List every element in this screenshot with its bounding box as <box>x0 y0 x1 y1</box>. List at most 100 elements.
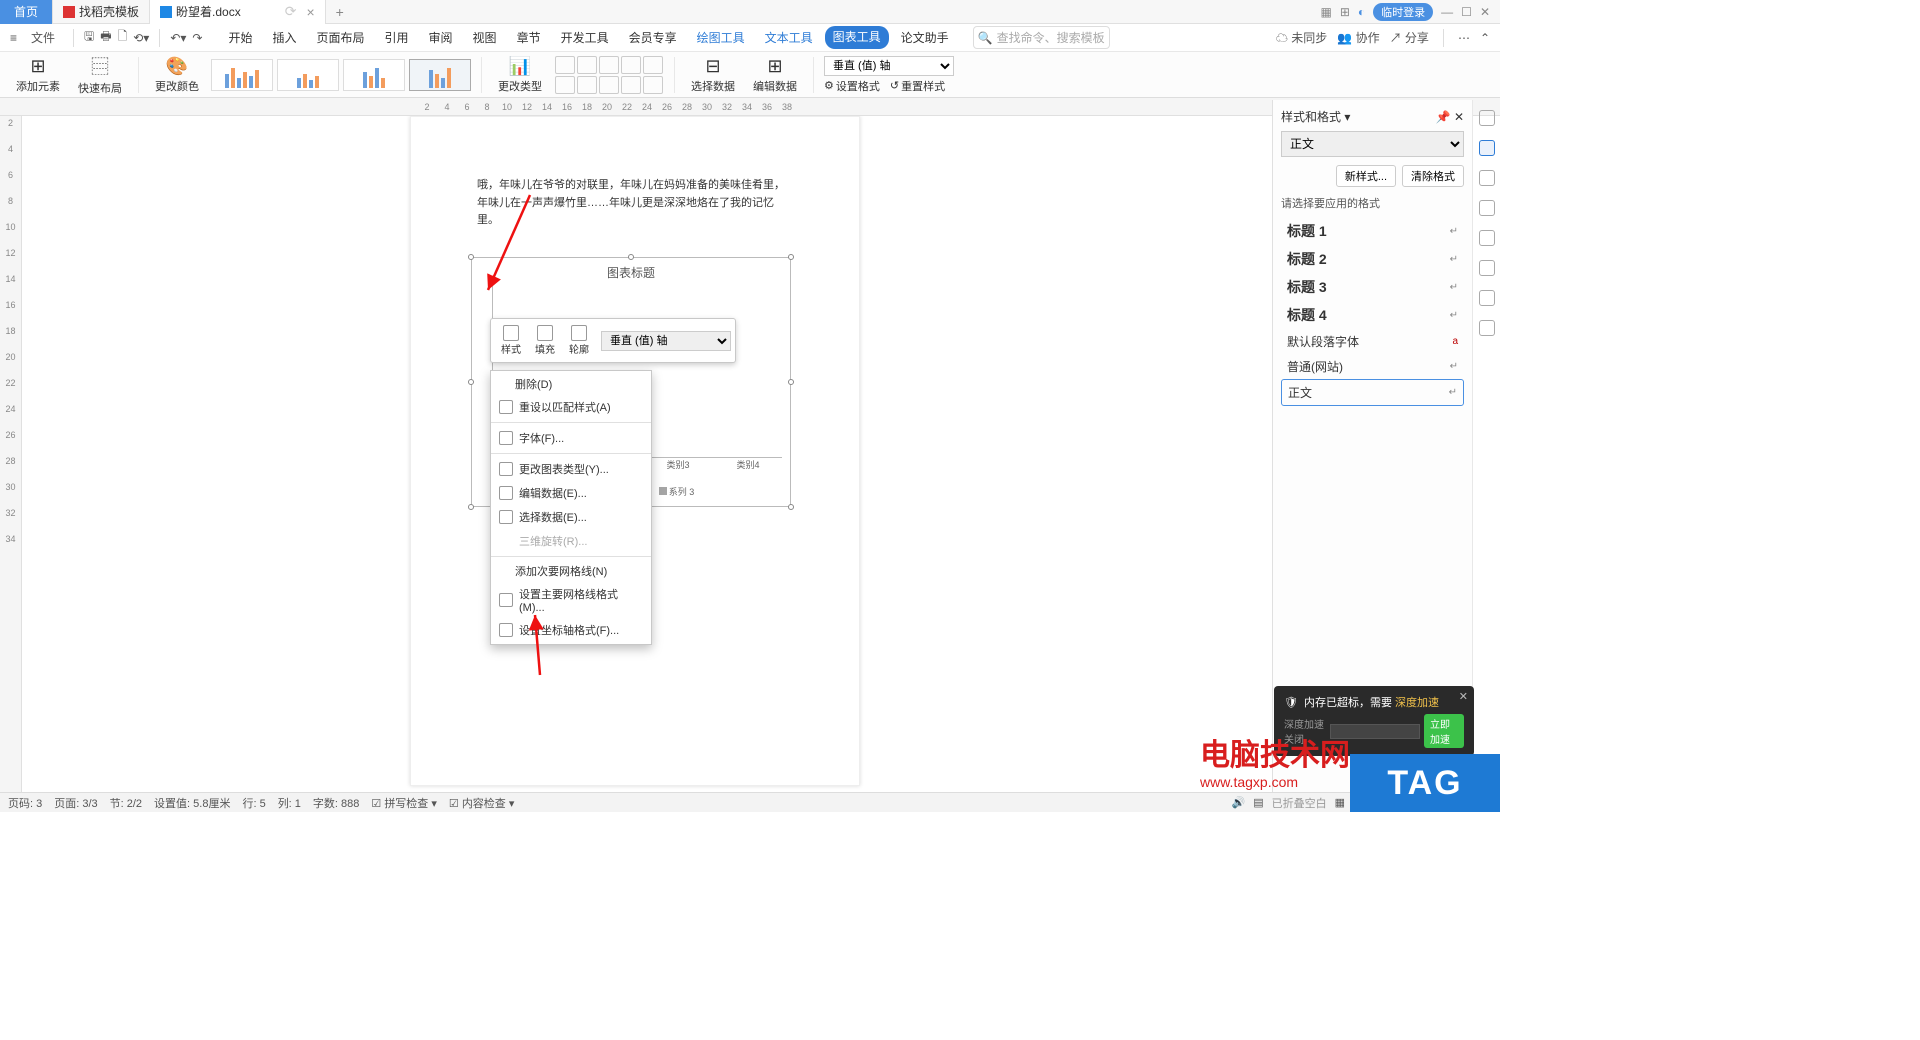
ctx-add-minor-grid[interactable]: 添加次要网格线(N) <box>491 560 651 582</box>
style-normal-web[interactable]: 普通(网站)↵ <box>1281 354 1464 379</box>
ctx-reset-style[interactable]: 重设以匹配样式(A) <box>491 395 651 419</box>
share-button[interactable]: ↗ 分享 <box>1390 29 1429 46</box>
chart-style-1[interactable] <box>211 59 273 91</box>
tab-text-tools[interactable]: 文本工具 <box>757 26 821 49</box>
status-content-check[interactable]: ☑ 内容检查 ▾ <box>449 795 515 811</box>
status-collapsed[interactable]: 已折叠空白 <box>1272 795 1327 811</box>
file-menu[interactable]: 文件 <box>23 27 63 48</box>
current-style-select[interactable]: 正文 <box>1281 131 1464 157</box>
strip-icon-3[interactable] <box>1479 170 1495 186</box>
ctx-edit-data[interactable]: 编辑数据(E)... <box>491 481 651 505</box>
chart-btn-5[interactable] <box>643 56 663 74</box>
tab-references[interactable]: 引用 <box>377 26 417 49</box>
chart-btn-6[interactable] <box>555 76 575 94</box>
ctx-select-data[interactable]: 选择数据(E)... <box>491 505 651 529</box>
ctx-major-gridlines[interactable]: 设置主要网格线格式(M)... <box>491 582 651 618</box>
chart-style-3[interactable] <box>343 59 405 91</box>
tab-start[interactable]: 开始 <box>220 26 260 49</box>
ctx-change-chart-type[interactable]: 更改图表类型(Y)... <box>491 457 651 481</box>
layout-icon-1[interactable]: ▦ <box>1335 796 1345 809</box>
strip-icon-5[interactable] <box>1479 230 1495 246</box>
ribbon-change-color[interactable]: 🎨 更改颜色 <box>149 56 205 94</box>
status-row[interactable]: 行: 5 <box>242 795 265 811</box>
status-col[interactable]: 列: 1 <box>278 795 301 811</box>
chart-style-4[interactable] <box>409 59 471 91</box>
tab-draw-tools[interactable]: 绘图工具 <box>689 26 753 49</box>
ribbon-select-data[interactable]: ⊟ 选择数据 <box>685 56 741 94</box>
ribbon-change-type[interactable]: 📊 更改类型 <box>492 56 548 94</box>
chart-btn-4[interactable] <box>621 56 641 74</box>
close-icon[interactable]: ⟳ <box>285 3 297 20</box>
reset-style-button[interactable]: ↺重置样式 <box>890 78 945 94</box>
ribbon-quick-layout[interactable]: ⿳ 快速布局 <box>72 53 128 96</box>
chart-title[interactable]: 图表标题 <box>472 258 790 281</box>
more-icon[interactable]: ⋯ <box>1458 31 1470 45</box>
status-words[interactable]: 字数: 888 <box>313 795 359 811</box>
tab-dev[interactable]: 开发工具 <box>553 26 617 49</box>
chart-btn-9[interactable] <box>621 76 641 94</box>
ribbon-add-element[interactable]: ⊞ 添加元素 <box>10 56 66 94</box>
status-page-of[interactable]: 页面: 3/3 <box>54 795 97 811</box>
strip-icon-styles[interactable] <box>1479 140 1495 156</box>
apps-icon[interactable]: ⊞ <box>1340 5 1350 19</box>
print-icon[interactable]: 🖶 <box>100 27 111 48</box>
resize-handle[interactable] <box>788 254 794 260</box>
clear-format-button[interactable]: 清除格式 <box>1402 165 1464 187</box>
panel-close-icon[interactable]: ✕ <box>1454 110 1464 124</box>
floating-mini-toolbar[interactable]: 样式 填充 轮廓 垂直 (值) 轴 <box>490 318 736 363</box>
strip-icon-6[interactable] <box>1479 260 1495 276</box>
resize-handle[interactable] <box>468 254 474 260</box>
ctx-delete-header[interactable]: 删除(D) <box>491 373 651 395</box>
tab-vip[interactable]: 会员专享 <box>621 26 685 49</box>
new-style-button[interactable]: 新样式... <box>1336 165 1396 187</box>
hamburger-icon[interactable]: ≡ <box>10 31 17 45</box>
chart-btn-10[interactable] <box>643 76 663 94</box>
status-page-num[interactable]: 页码: 3 <box>8 795 42 811</box>
expand-icon[interactable]: ⌃ <box>1480 31 1490 45</box>
chart-btn-8[interactable] <box>599 76 619 94</box>
tab-layout[interactable]: 页面布局 <box>309 26 373 49</box>
chart-btn-2[interactable] <box>577 56 597 74</box>
style-heading-4[interactable]: 标题 4↵ <box>1281 301 1464 329</box>
axis-select[interactable]: 垂直 (值) 轴 <box>824 56 954 76</box>
style-heading-1[interactable]: 标题 1↵ <box>1281 217 1464 245</box>
refresh-icon[interactable]: ⟲▾ <box>133 31 149 45</box>
chart-btn-1[interactable] <box>555 56 575 74</box>
user-icon[interactable]: ◐ <box>1358 5 1365 19</box>
chart-btn-7[interactable] <box>577 76 597 94</box>
close-icon[interactable]: × <box>306 4 314 20</box>
collaborate-button[interactable]: 👥 协作 <box>1337 29 1379 46</box>
speaker-icon[interactable]: 🔊 <box>1232 796 1246 809</box>
mini-fill-button[interactable]: 填充 <box>529 323 561 358</box>
strip-icon-4[interactable] <box>1479 200 1495 216</box>
ctx-font[interactable]: 字体(F)... <box>491 426 651 450</box>
status-position[interactable]: 设置值: 5.8厘米 <box>154 795 230 811</box>
mini-style-button[interactable]: 样式 <box>495 323 527 358</box>
minimize-icon[interactable]: — <box>1441 5 1453 19</box>
status-section[interactable]: 节: 2/2 <box>110 795 142 811</box>
style-default-para-font[interactable]: 默认段落字体a <box>1281 329 1464 354</box>
toast-close-icon[interactable]: ✕ <box>1459 690 1468 703</box>
tab-home[interactable]: 首页 <box>0 0 53 24</box>
resize-handle[interactable] <box>788 379 794 385</box>
tab-view[interactable]: 视图 <box>465 26 505 49</box>
save-icon[interactable]: 🖫 <box>84 27 94 48</box>
ctx-axis-format[interactable]: 设置坐标轴格式(F)... <box>491 618 651 642</box>
window-close-icon[interactable]: ✕ <box>1480 5 1490 19</box>
resize-handle[interactable] <box>468 504 474 510</box>
strip-icon-8[interactable] <box>1479 320 1495 336</box>
tab-section[interactable]: 章节 <box>509 26 549 49</box>
search-box[interactable]: 🔍 查找命令、搜索模板 <box>973 26 1110 49</box>
tab-chart-tools[interactable]: 图表工具 <box>825 26 889 49</box>
tab-thesis[interactable]: 论文助手 <box>893 26 957 49</box>
chart-style-2[interactable] <box>277 59 339 91</box>
toast-link[interactable]: 深度加速 <box>1395 697 1439 709</box>
tab-add[interactable]: + <box>326 4 354 20</box>
preview-icon[interactable]: 🗋 <box>118 27 128 48</box>
mini-axis-select[interactable]: 垂直 (值) 轴 <box>601 331 731 351</box>
style-heading-3[interactable]: 标题 3↵ <box>1281 273 1464 301</box>
tab-review[interactable]: 审阅 <box>421 26 461 49</box>
mini-outline-button[interactable]: 轮廓 <box>563 323 595 358</box>
strip-icon-1[interactable] <box>1479 110 1495 126</box>
pin-icon[interactable]: 📌 <box>1436 110 1451 124</box>
